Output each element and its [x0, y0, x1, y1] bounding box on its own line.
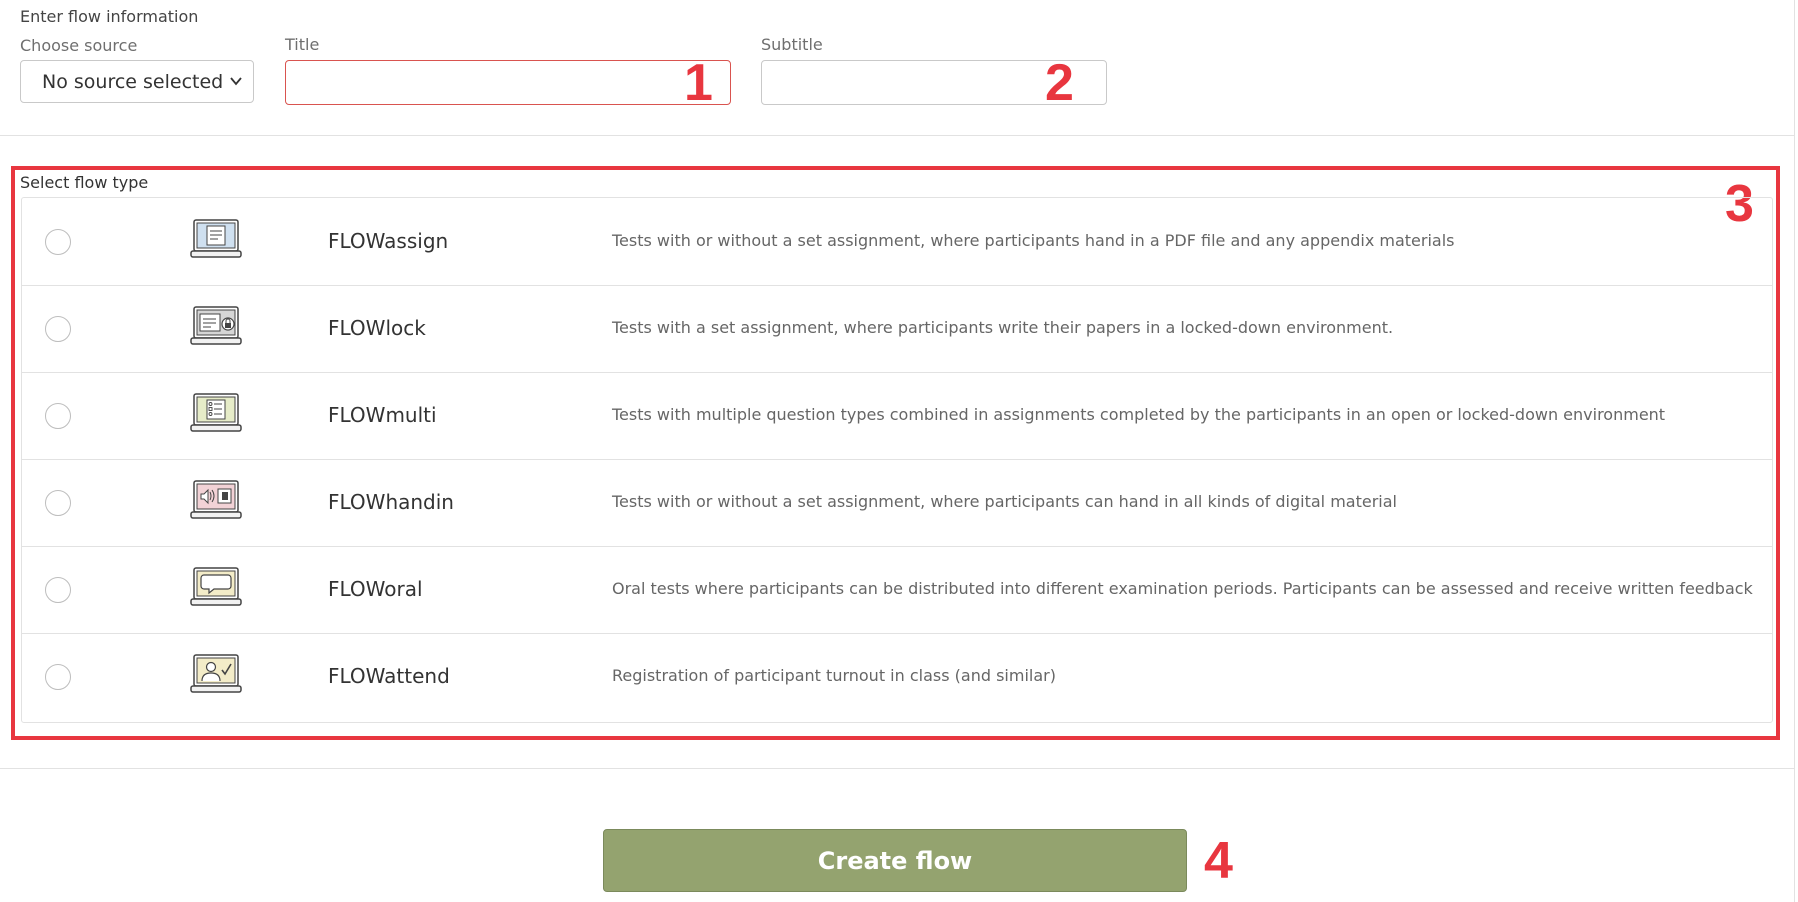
flow-name: FLOWlock — [328, 316, 426, 340]
top-divider — [0, 135, 1794, 136]
bottom-divider — [0, 768, 1794, 769]
laptop-lock-icon — [190, 306, 242, 345]
scrollbar-edge — [1794, 0, 1795, 902]
flow-row-floworal[interactable]: FLOWoral Oral tests where participants c… — [22, 546, 1772, 634]
form-heading: Enter flow information — [20, 7, 199, 26]
flow-row-flowhandin[interactable]: FLOWhandin Tests with or without a set a… — [22, 459, 1772, 547]
subtitle-label: Subtitle — [761, 35, 823, 54]
flow-name: FLOWmulti — [328, 403, 437, 427]
flow-name: FLOWoral — [328, 577, 423, 601]
chevron-down-icon — [230, 77, 242, 86]
source-select[interactable]: No source selected — [20, 60, 254, 103]
flow-type-list: FLOWassign Tests with or without a set a… — [21, 197, 1773, 723]
flow-description: Oral tests where participants can be dis… — [612, 579, 1753, 598]
callout-1: 1 — [684, 54, 713, 112]
flow-type-label: Select flow type — [20, 173, 149, 192]
title-label: Title — [285, 35, 320, 54]
flow-description: Tests with or without a set assignment, … — [612, 492, 1397, 511]
flow-name: FLOWhandin — [328, 490, 454, 514]
source-select-value: No source selected — [42, 70, 224, 93]
flow-row-flowlock[interactable]: FLOWlock Tests with a set assignment, wh… — [22, 285, 1772, 373]
flow-name: FLOWassign — [328, 229, 449, 253]
laptop-speech-icon — [190, 567, 242, 606]
source-label: Choose source — [20, 36, 138, 55]
laptop-document-icon — [190, 219, 242, 258]
laptop-attendance-icon — [190, 654, 242, 693]
flow-row-flowassign[interactable]: FLOWassign Tests with or without a set a… — [22, 198, 1772, 286]
flowassign-radio[interactable] — [45, 229, 71, 255]
callout-4: 4 — [1204, 832, 1233, 890]
flow-description: Tests with a set assignment, where parti… — [612, 318, 1394, 337]
flow-row-flowattend[interactable]: FLOWattend Registration of participant t… — [22, 633, 1772, 721]
flow-description: Registration of participant turnout in c… — [612, 666, 1056, 685]
flow-name: FLOWattend — [328, 664, 450, 688]
flowmulti-radio[interactable] — [45, 403, 71, 429]
title-input[interactable] — [285, 60, 731, 105]
flowattend-radio[interactable] — [45, 664, 71, 690]
flowhandin-radio[interactable] — [45, 490, 71, 516]
flow-row-flowmulti[interactable]: FLOWmulti Tests with multiple question t… — [22, 372, 1772, 460]
flowlock-radio[interactable] — [45, 316, 71, 342]
create-flow-button[interactable]: Create flow — [603, 829, 1187, 892]
flow-description: Tests with multiple question types combi… — [612, 405, 1666, 424]
create-flow-page: Enter flow information Choose source No … — [0, 0, 1798, 902]
flow-description: Tests with or without a set assignment, … — [612, 231, 1455, 250]
floworal-radio[interactable] — [45, 577, 71, 603]
laptop-media-icon — [190, 480, 242, 519]
callout-2: 2 — [1045, 54, 1074, 112]
laptop-checklist-icon — [190, 393, 242, 432]
